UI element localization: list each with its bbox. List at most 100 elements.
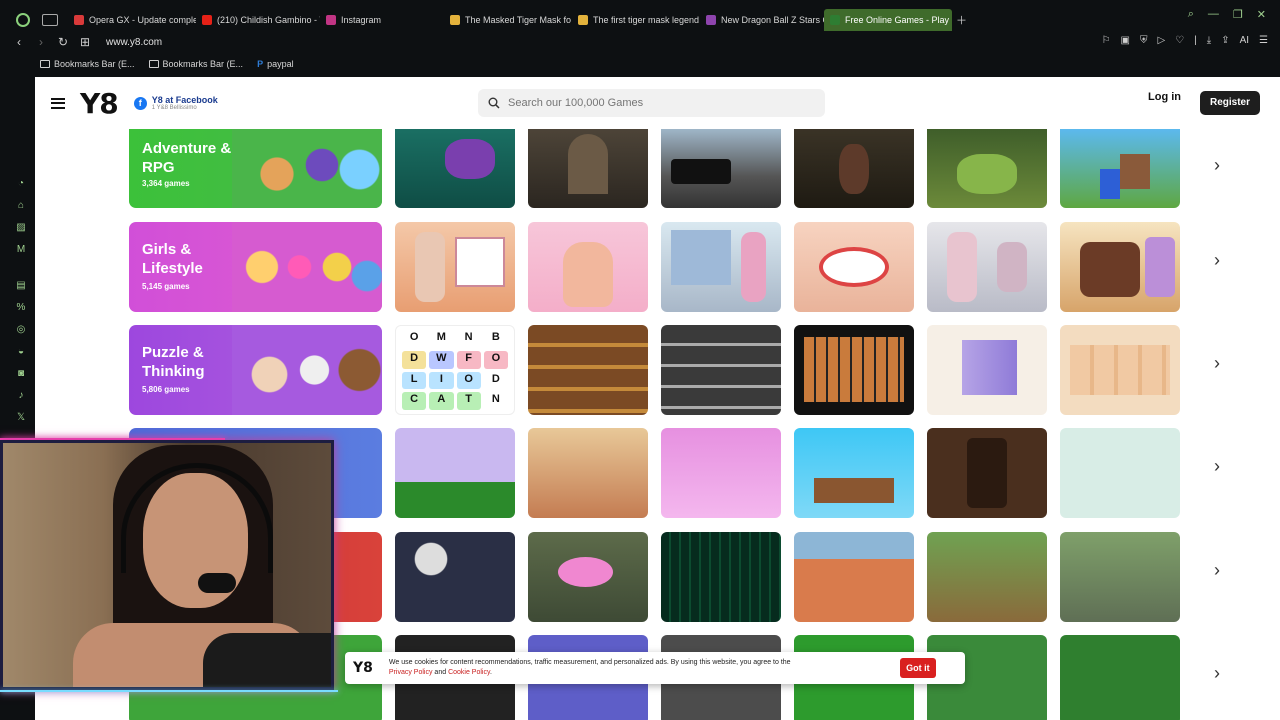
game-thumbnail[interactable] xyxy=(661,532,781,622)
game-thumbnail[interactable] xyxy=(794,325,914,415)
game-thumbnail[interactable] xyxy=(528,532,648,622)
chevron-right-icon[interactable]: › xyxy=(1202,155,1232,176)
heart-icon[interactable]: ♡ xyxy=(1175,35,1184,46)
game-thumbnail[interactable] xyxy=(794,532,914,622)
chevron-right-icon[interactable]: › xyxy=(1202,663,1232,684)
game-thumbnail[interactable] xyxy=(395,129,515,208)
y8-logo[interactable]: Y8 xyxy=(80,87,119,120)
url-field[interactable]: www.y8.com xyxy=(106,37,162,48)
reload-icon[interactable]: ↻ xyxy=(54,35,72,49)
game-thumbnail[interactable] xyxy=(395,222,515,312)
tab-tiger-legend[interactable]: The first tiger mask legend xyxy=(572,9,700,31)
site-info-icon[interactable]: ⊞ xyxy=(76,35,94,49)
game-thumbnail[interactable] xyxy=(395,532,515,622)
chevron-right-icon[interactable]: › xyxy=(1202,456,1232,477)
search-tabs-icon[interactable]: ⌕ xyxy=(1188,8,1194,21)
login-link[interactable]: Log in xyxy=(1148,91,1181,103)
game-thumbnail[interactable] xyxy=(794,129,914,208)
game-thumbnail[interactable] xyxy=(528,222,648,312)
game-thumbnail[interactable] xyxy=(1060,428,1180,518)
chevron-right-icon[interactable]: › xyxy=(1202,353,1232,374)
shield-icon[interactable]: ⛨ xyxy=(1140,35,1148,46)
category-row-girls: Girls & Lifestyle 5,145 games xyxy=(129,222,1180,312)
youtube-favicon-icon xyxy=(202,15,212,25)
game-thumbnail[interactable] xyxy=(661,428,781,518)
share-icon[interactable]: ⇪ xyxy=(1221,35,1229,46)
bookmark-paypal[interactable]: Ppaypal xyxy=(257,59,294,69)
got-it-button[interactable]: Got it xyxy=(899,658,936,678)
game-thumbnail[interactable] xyxy=(528,428,648,518)
tab-masked-tiger[interactable]: The Masked Tiger Mask fo xyxy=(444,9,572,31)
category-card-puzzle[interactable]: Puzzle & Thinking 5,806 games xyxy=(129,325,382,415)
chevron-right-icon[interactable]: › xyxy=(1202,250,1232,271)
game-thumbnail[interactable] xyxy=(1060,325,1180,415)
category-count: 5,806 games xyxy=(142,385,190,394)
workspaces-icon[interactable] xyxy=(42,14,58,26)
bookmark-folder-2[interactable]: Bookmarks Bar (E... xyxy=(148,59,243,69)
game-thumbnail[interactable] xyxy=(528,129,648,208)
facebook-title: Y8 at Facebook xyxy=(151,95,218,105)
search-input[interactable] xyxy=(508,97,808,109)
game-thumbnail[interactable] xyxy=(927,532,1047,622)
whatsapp-icon[interactable]: ◎ xyxy=(15,324,27,335)
game-thumbnail[interactable] xyxy=(661,129,781,208)
game-thumbnail[interactable] xyxy=(395,428,515,518)
game-thumbnail[interactable] xyxy=(794,428,914,518)
bookmark-folder-1[interactable]: Bookmarks Bar (E... xyxy=(40,59,135,69)
category-card-girls[interactable]: Girls & Lifestyle 5,145 games xyxy=(129,222,382,312)
gx-corner-icon[interactable]: ▨ xyxy=(15,222,27,233)
minimize-icon[interactable]: — xyxy=(1208,8,1219,21)
tab-dragon-ball[interactable]: New Dragon Ball Z Stars C xyxy=(700,9,824,31)
x-twitter-icon[interactable]: 𝕏 xyxy=(15,412,27,423)
game-thumbnail[interactable] xyxy=(927,325,1047,415)
hamburger-menu-icon[interactable] xyxy=(51,97,65,109)
game-thumbnail[interactable] xyxy=(927,129,1047,208)
menu-icon[interactable]: ☰ xyxy=(1259,35,1268,46)
game-thumbnail[interactable] xyxy=(661,325,781,415)
snapshot-icon[interactable]: ▣ xyxy=(1121,35,1130,46)
address-bar: ‹ › ↻ ⊞ www.y8.com ⚐ ▣ ⛨ ▷ ♡ | ⤓ ⇪ AI ☰ xyxy=(0,32,1280,52)
tab-y8[interactable]: Free Online Games - Play N xyxy=(824,9,952,31)
letter: A xyxy=(429,392,454,410)
cookie-policy-link[interactable]: Cookie Policy xyxy=(448,669,490,676)
instagram-icon[interactable]: ◙ xyxy=(15,368,27,379)
game-thumbnail[interactable] xyxy=(794,222,914,312)
bookmark-icon[interactable]: ⚐ xyxy=(1102,35,1111,46)
tab-opera-update[interactable]: Opera GX - Update comple xyxy=(68,9,196,31)
back-icon[interactable]: ‹ xyxy=(10,35,28,49)
privacy-policy-link[interactable]: Privacy Policy xyxy=(389,669,433,676)
game-thumbnail[interactable] xyxy=(1060,222,1180,312)
play-icon[interactable]: ▷ xyxy=(1157,35,1165,46)
chevron-right-icon[interactable]: › xyxy=(1202,560,1232,581)
aria-ai-icon[interactable]: AI xyxy=(1240,35,1249,46)
search-box[interactable] xyxy=(478,89,825,117)
game-thumbnail[interactable] xyxy=(661,222,781,312)
game-thumbnail[interactable] xyxy=(927,222,1047,312)
percent-icon[interactable]: % xyxy=(15,302,27,313)
tab-youtube[interactable]: (210) Childish Gambino - T xyxy=(196,9,320,31)
folder-icon xyxy=(148,60,159,68)
facebook-link[interactable]: f Y8 at Facebook 1 Y&8 Bellissimo xyxy=(133,95,218,111)
opera-logo-icon[interactable] xyxy=(16,13,30,27)
gx-control-icon[interactable]: ◔ xyxy=(15,178,27,189)
register-button[interactable]: Register xyxy=(1200,91,1260,115)
word-search-game-thumbnail[interactable]: O M N B D W F O L I O D C A T N xyxy=(395,325,515,415)
twitch-icon[interactable]: ▤ xyxy=(15,280,27,291)
game-thumbnail[interactable] xyxy=(528,325,648,415)
game-thumbnail[interactable] xyxy=(1060,129,1180,208)
category-art xyxy=(232,129,382,208)
game-thumbnail[interactable] xyxy=(927,428,1047,518)
forward-icon[interactable]: › xyxy=(32,35,50,49)
new-tab-icon[interactable]: ＋ xyxy=(956,12,967,28)
player-icon[interactable]: M xyxy=(15,244,27,255)
tiktok-icon[interactable]: ♪ xyxy=(15,390,27,401)
maximize-icon[interactable]: ❐ xyxy=(1233,8,1243,21)
discord-icon[interactable]: ◒ xyxy=(15,346,27,357)
close-icon[interactable]: ✕ xyxy=(1257,8,1266,21)
download-icon[interactable]: ⤓ xyxy=(1207,35,1211,46)
tab-instagram[interactable]: Instagram xyxy=(320,9,444,31)
game-thumbnail[interactable] xyxy=(1060,635,1180,720)
game-thumbnail[interactable] xyxy=(1060,532,1180,622)
gx-cleaner-icon[interactable]: ⌂ xyxy=(15,200,27,211)
category-card-adventure[interactable]: Adventure & RPG 3,364 games xyxy=(129,129,382,208)
